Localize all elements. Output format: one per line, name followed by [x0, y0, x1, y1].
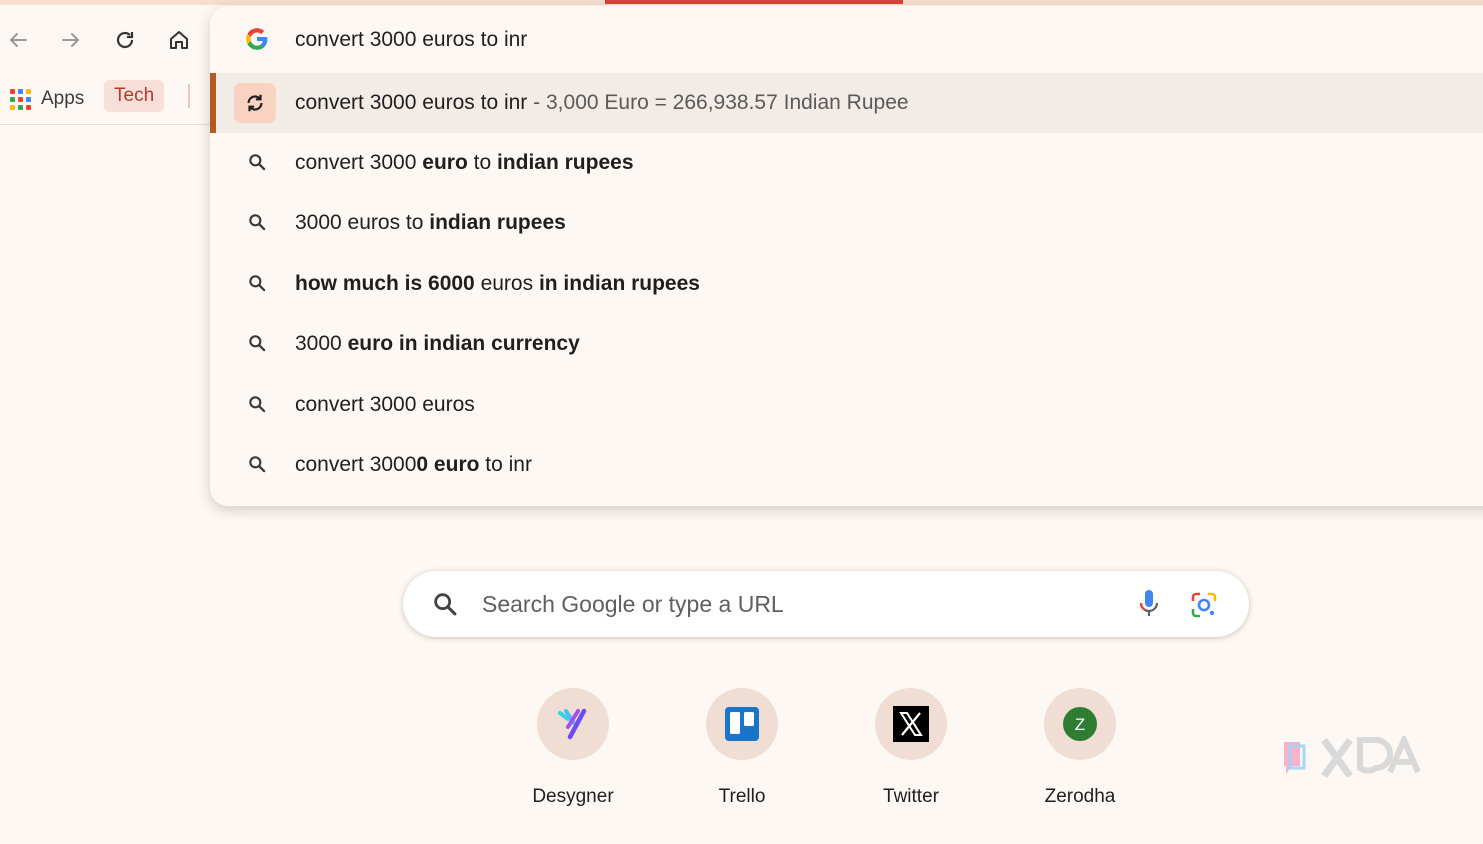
ntp-search-box[interactable]: Search Google or type a URL [403, 571, 1249, 637]
microphone-icon[interactable] [1138, 588, 1160, 620]
loading-progress-bar [605, 0, 903, 4]
shortcut-circle [706, 688, 778, 760]
suggestion-row[interactable]: convert 30000 euro to inr [210, 435, 1483, 495]
search-icon [244, 451, 270, 477]
bookmarks-bar: Apps Tech [0, 76, 210, 125]
shortcut-circle [875, 688, 947, 760]
trello-logo-icon [725, 707, 759, 741]
shortcut-trello[interactable]: Trello [682, 688, 802, 808]
omnibox-dropdown: convert 3000 euros to inr convert 3000 e… [210, 6, 1483, 506]
bookmark-apps[interactable]: Apps [10, 82, 84, 116]
suggestion-text-part: convert 3000 [295, 151, 423, 174]
currency-convert-icon [234, 83, 276, 123]
home-button[interactable] [163, 24, 195, 56]
apps-grid-icon [10, 88, 31, 110]
bookmark-folder-tech[interactable]: Tech [104, 80, 165, 112]
suggestion-text: how much is 6000 euros in indian rupees [295, 272, 700, 296]
shortcut-label: Desygner [532, 786, 614, 807]
suggestion-text: 3000 euros to indian rupees [295, 211, 566, 235]
shortcut-circle: Z [1044, 688, 1116, 760]
suggestion-text-part: 0 euro [416, 453, 480, 476]
x-logo-icon [893, 706, 929, 742]
bookmark-tech-label: Tech [114, 85, 155, 106]
arrow-right-icon [62, 33, 80, 47]
bookmark-separator [188, 84, 190, 108]
home-icon [170, 31, 188, 49]
omnibox-query-text[interactable]: convert 3000 euros to inr [295, 28, 527, 52]
selection-accent [210, 73, 216, 133]
suggestion-row[interactable]: 3000 euro in indian currency [210, 314, 1483, 374]
suggestion-text-part: how much is 6000 [295, 272, 475, 295]
shortcut-zerodha[interactable]: Z Zerodha [1020, 688, 1140, 808]
search-icon [244, 209, 270, 235]
shortcut-desygner[interactable]: Desygner [513, 688, 633, 808]
shortcut-twitter[interactable]: Twitter [851, 688, 971, 808]
answer-value: 3,000 Euro = 266,938.57 Indian Rupee [546, 91, 909, 114]
desygner-logo-icon [558, 708, 587, 740]
suggestion-text-part: convert 3000 [295, 453, 417, 476]
suggestion-text: convert 30000 euro to inr [295, 453, 532, 477]
answer-query: convert 3000 euros to inr [295, 91, 528, 114]
bookmark-apps-label: Apps [41, 88, 85, 109]
arrow-left-icon [9, 33, 27, 47]
shortcut-label: Trello [718, 786, 766, 807]
suggestion-answer-row[interactable]: convert 3000 euros to inr - 3,000 Euro =… [210, 73, 1483, 133]
suggestion-text-part: euro [422, 151, 468, 174]
search-placeholder[interactable]: Search Google or type a URL [482, 591, 784, 618]
google-lens-icon[interactable] [1190, 591, 1218, 619]
search-icon [434, 593, 457, 616]
omnibox-input-row[interactable]: convert 3000 euros to inr [210, 10, 1483, 70]
suggestion-row[interactable]: convert 3000 euro to indian rupees [210, 133, 1483, 193]
search-icon [244, 391, 270, 417]
suggestion-row[interactable]: convert 3000 euros [210, 375, 1483, 435]
shortcut-circle [537, 688, 609, 760]
suggestion-text-part: to inr [479, 453, 532, 476]
shortcut-label: Twitter [883, 786, 939, 807]
suggestion-row[interactable]: 3000 euros to indian rupees [210, 193, 1483, 253]
search-icon [244, 330, 270, 356]
suggestion-text-part: indian rupees [496, 151, 634, 174]
suggestion-row[interactable]: how much is 6000 euros in indian rupees [210, 254, 1483, 314]
suggestion-text: convert 3000 euro to indian rupees [295, 151, 634, 175]
search-icon [244, 149, 270, 175]
shortcut-label: Zerodha [1044, 786, 1116, 807]
suggestion-text: convert 3000 euros [295, 393, 475, 417]
suggestion-text-part: 3000 euros to [295, 211, 430, 234]
answer-separator: - [533, 91, 541, 114]
suggestion-text-part: to [467, 151, 497, 174]
suggestion-text: 3000 euro in indian currency [295, 332, 580, 356]
reload-button[interactable] [109, 24, 141, 56]
back-button[interactable] [2, 24, 34, 56]
browser-toolbar [0, 14, 210, 64]
suggestion-text-part: euros [474, 272, 539, 295]
answer-text: convert 3000 euros to inr - 3,000 Euro =… [295, 91, 909, 115]
zerodha-logo-icon: Z [1063, 707, 1097, 741]
google-g-icon [244, 26, 270, 52]
suggestion-text-part: euro in indian currency [347, 332, 580, 355]
reload-icon [116, 31, 134, 49]
zerodha-logo-letter: Z [1075, 715, 1085, 734]
suggestion-text-part: 3000 [295, 332, 348, 355]
search-icon [244, 270, 270, 296]
suggestion-text-part: indian rupees [429, 211, 566, 234]
forward-button[interactable] [55, 24, 87, 56]
suggestion-text-part: convert 3000 euros [295, 393, 475, 416]
suggestion-text-part: in indian rupees [538, 272, 700, 295]
xda-watermark-logo [1284, 736, 1421, 779]
